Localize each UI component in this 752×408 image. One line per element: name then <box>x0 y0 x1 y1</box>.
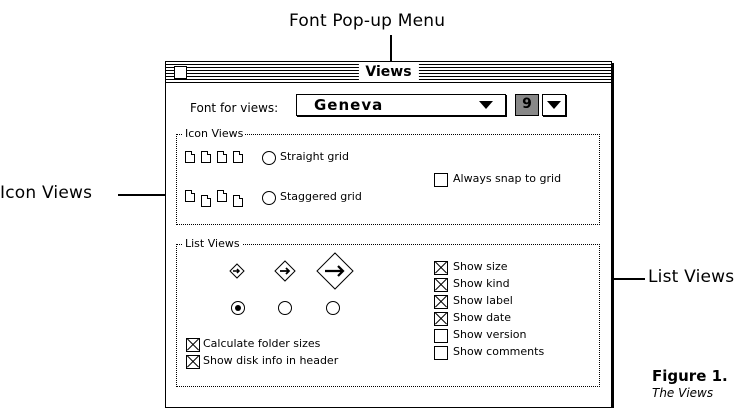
large-icon-radio[interactable] <box>326 301 340 315</box>
straight-grid-radio[interactable] <box>262 151 276 165</box>
show-date-checkbox[interactable] <box>434 312 448 326</box>
document-icon <box>233 151 243 163</box>
font-size-field[interactable]: 9 <box>515 94 539 116</box>
window-title: Views <box>358 63 419 81</box>
document-icon <box>185 190 195 202</box>
callout-icon-views: Icon Views <box>0 183 93 203</box>
medium-list-icon <box>274 260 296 282</box>
document-icon <box>233 195 243 207</box>
show-comments-label: Show comments <box>453 345 545 358</box>
font-for-views-label: Font for views: <box>190 101 279 115</box>
show-label-label: Show label <box>453 294 513 307</box>
show-disk-info-label: Show disk info in header <box>203 354 339 367</box>
show-date-label: Show date <box>453 311 511 324</box>
show-label-checkbox[interactable] <box>434 295 448 309</box>
show-version-checkbox[interactable] <box>434 329 448 343</box>
small-list-icon <box>229 263 245 279</box>
calculate-folder-sizes-label: Calculate folder sizes <box>203 337 321 350</box>
popup-triangle-icon <box>547 101 561 109</box>
font-popup-menu[interactable]: Geneva <box>296 94 506 116</box>
show-size-checkbox[interactable] <box>434 261 448 275</box>
document-icon <box>185 151 195 163</box>
show-version-label: Show version <box>453 328 527 341</box>
popup-triangle-icon <box>479 101 493 109</box>
title-bar[interactable]: Views <box>166 62 611 83</box>
show-size-label: Show size <box>453 260 508 273</box>
show-comments-checkbox[interactable] <box>434 346 448 360</box>
document-icon <box>201 195 211 207</box>
font-size-popup-button[interactable] <box>542 94 566 116</box>
large-list-icon <box>316 252 354 290</box>
medium-icon-radio[interactable] <box>278 301 292 315</box>
icon-views-label: Icon Views <box>183 127 246 140</box>
font-size-value: 9 <box>522 96 532 112</box>
document-icon <box>217 151 227 163</box>
document-icon <box>217 190 227 202</box>
small-icon-radio[interactable] <box>231 301 245 315</box>
straight-grid-label: Straight grid <box>280 150 349 163</box>
views-window: Views Font for views: Geneva 9 Icon View… <box>165 61 612 408</box>
figure-title: Figure 1. <box>652 367 728 385</box>
always-snap-label: Always snap to grid <box>453 172 562 185</box>
always-snap-checkbox[interactable] <box>434 173 448 187</box>
callout-font-popup: Font Pop-up Menu <box>289 11 446 31</box>
show-kind-label: Show kind <box>453 277 510 290</box>
calculate-folder-sizes-checkbox[interactable] <box>186 338 200 352</box>
show-disk-info-checkbox[interactable] <box>186 355 200 369</box>
list-views-label: List Views <box>183 237 242 250</box>
close-box-icon[interactable] <box>174 66 187 79</box>
show-kind-checkbox[interactable] <box>434 278 448 292</box>
staggered-grid-radio[interactable] <box>262 191 276 205</box>
document-icon <box>201 151 211 163</box>
staggered-grid-label: Staggered grid <box>280 190 362 203</box>
icon-views-group: Icon Views Straight grid Staggered grid … <box>176 127 600 225</box>
font-popup-value: Geneva <box>314 96 384 114</box>
callout-list-views: List Views <box>648 267 735 287</box>
list-views-group: List Views Calculate folder sizes Show d… <box>176 237 600 387</box>
